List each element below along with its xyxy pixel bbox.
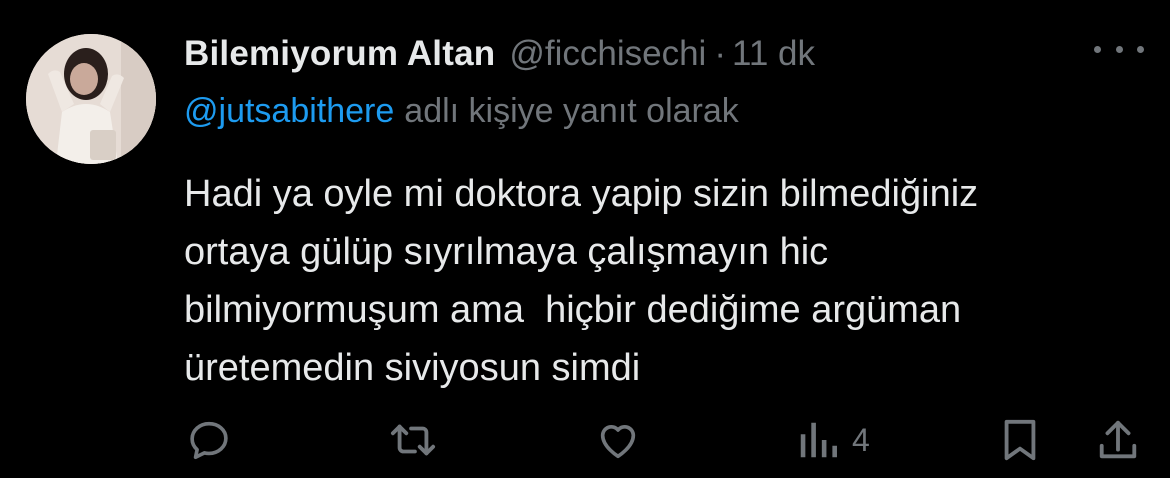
reply-button[interactable] <box>186 410 232 470</box>
dot <box>1137 45 1144 53</box>
action-bar: 4 <box>0 410 1170 470</box>
retweet-icon <box>390 424 436 456</box>
tweet-text-line: ortaya gülüp sıyrılmaya çalışmayın hic <box>184 231 829 273</box>
tweet-text-line: Hadi ya oyle mi doktora yapip sizin bilm… <box>184 173 979 215</box>
tweet-text-line: üretemedin siviyosun simdi <box>184 347 641 389</box>
reply-context: @jutsabithere adlı kişiye yanıt olarak <box>184 86 739 136</box>
tweet-text: Hadi ya oyle mi doktora yapip sizin bilm… <box>184 165 1144 397</box>
share-button[interactable] <box>1096 410 1140 470</box>
tweet[interactable]: Bilemiyorum Altan @ficchisechi · 11 dk @… <box>0 0 1170 478</box>
dot <box>1115 45 1123 53</box>
separator-dot: · <box>714 34 726 73</box>
reply-mention-link[interactable]: @jutsabithere <box>184 92 394 131</box>
views-button[interactable]: 4 <box>796 410 870 470</box>
bookmark-button[interactable] <box>1000 410 1040 470</box>
display-name[interactable]: Bilemiyorum Altan <box>184 34 495 74</box>
like-button[interactable] <box>594 410 642 470</box>
more-options-icon[interactable] <box>1094 36 1144 62</box>
tweet-text-line: bilmiyormuşum ama hiçbir dediğime argüma… <box>184 289 962 331</box>
share-icon <box>1099 420 1137 459</box>
views-icon <box>800 422 837 458</box>
bookmark-icon <box>1004 419 1036 461</box>
dot <box>1094 45 1101 53</box>
retweet-button[interactable] <box>388 410 438 470</box>
like-icon <box>600 425 636 459</box>
avatar[interactable] <box>26 34 156 164</box>
reply-icon <box>190 421 228 460</box>
timestamp[interactable]: 11 dk <box>732 34 815 74</box>
views-count: 4 <box>852 421 870 458</box>
reply-context-text: adlı kişiye yanıt olarak <box>404 91 739 130</box>
user-handle[interactable]: @ficchisechi <box>509 34 706 74</box>
tweet-header: Bilemiyorum Altan @ficchisechi · 11 dk <box>184 26 815 82</box>
